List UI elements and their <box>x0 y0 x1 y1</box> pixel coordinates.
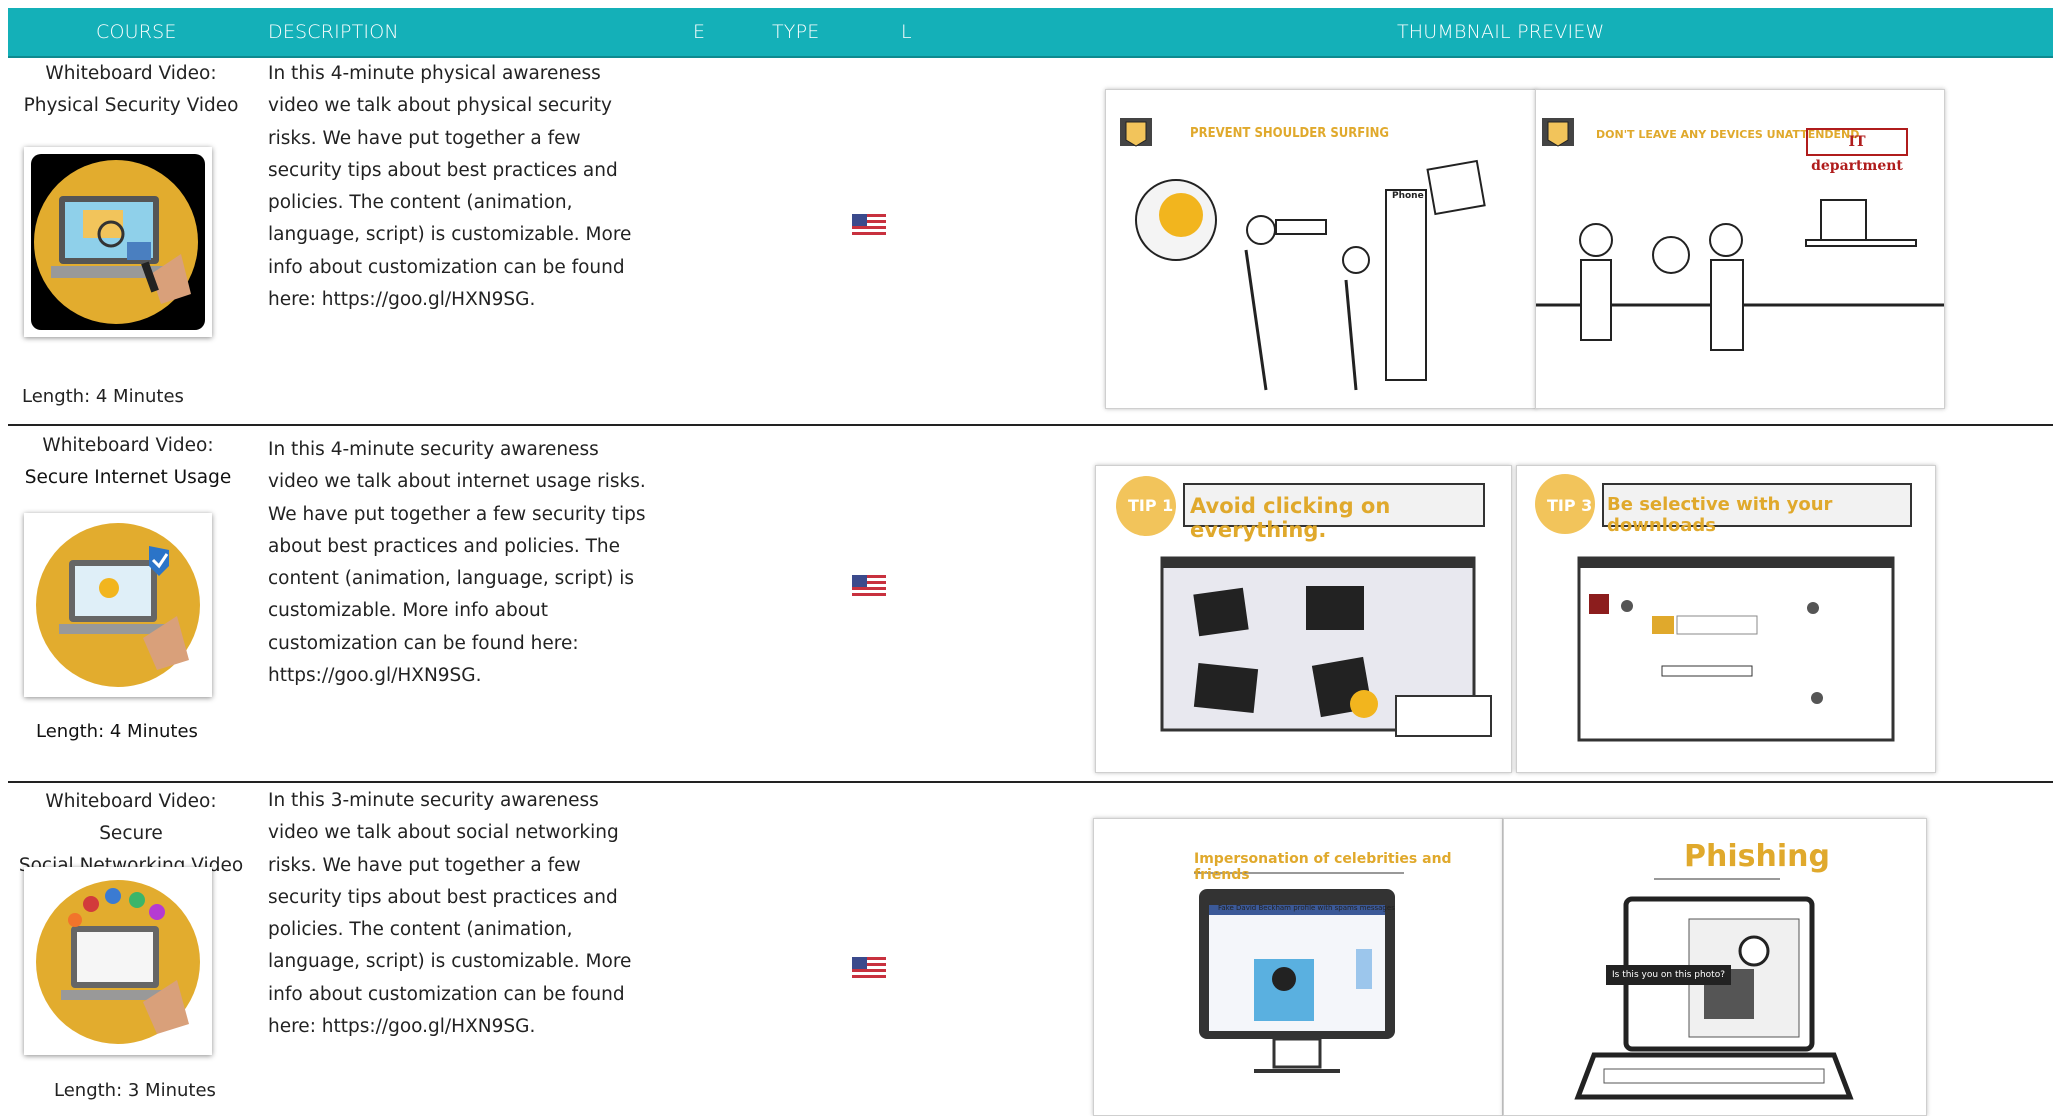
row-divider <box>8 424 2053 426</box>
course-length: Length: 4 Minutes <box>22 386 184 407</box>
preview-caption: Be selective with your downloads <box>1607 494 1833 536</box>
tip-badge: TIP 1 <box>1128 496 1174 515</box>
course-thumbnail[interactable] <box>24 867 212 1055</box>
preview-caption: Avoid clicking on everything. <box>1190 494 1391 542</box>
table-header: COURSE DESCRIPTION E TYPE L THUMBNAIL PR… <box>8 8 2053 58</box>
us-flag-icon <box>852 214 886 236</box>
course-length: Length: 4 Minutes <box>36 721 198 742</box>
col-description: DESCRIPTION <box>268 21 399 43</box>
row-divider <box>8 781 2053 783</box>
us-flag-icon <box>852 957 886 979</box>
course-thumbnail[interactable] <box>24 513 212 697</box>
preview-image[interactable]: Impersonation of celebrities and friends… <box>1093 818 1503 1116</box>
preview-image[interactable]: Phishing Is this you on this photo? <box>1503 818 1927 1116</box>
course-thumbnail[interactable] <box>24 147 212 337</box>
us-flag-icon <box>852 575 886 597</box>
course-title: Whiteboard Video: Physical Security Vide… <box>23 63 239 116</box>
course-length: Length: 3 Minutes <box>54 1080 216 1101</box>
col-thumbnail-preview: THUMBNAIL PREVIEW <box>1397 21 1605 43</box>
tip-badge: TIP 3 <box>1547 496 1593 515</box>
course-description: In this 4-minute security awareness vide… <box>268 439 646 687</box>
col-type: TYPE <box>772 21 820 43</box>
course-title: Whiteboard Video: Secure Internet Usage <box>24 435 232 488</box>
course-description: In this 4-minute physical awareness vide… <box>268 63 632 311</box>
preview-subcaption: Is this you on this photo? <box>1606 965 1731 985</box>
col-course: COURSE <box>96 21 177 43</box>
course-description: In this 3-minute security awareness vide… <box>268 790 632 1038</box>
phone-label: Phone <box>1392 191 1424 201</box>
col-l: L <box>901 21 912 43</box>
preview-image[interactable]: Be selective with your downloads TIP 3 <box>1516 465 1936 773</box>
preview-image[interactable]: DON'T LEAVE ANY DEVICES UNATTENDEND IT d… <box>1535 89 1945 409</box>
col-e: E <box>693 21 706 43</box>
preview-caption: Phishing <box>1684 839 1830 874</box>
preview-caption: PREVENT SHOULDER SURFING <box>1190 126 1389 141</box>
preview-image[interactable]: PREVENT SHOULDER SURFING Phone <box>1105 89 1537 409</box>
it-department-sign: IT department <box>1806 128 1908 174</box>
preview-caption: Impersonation of celebrities and friends <box>1194 851 1452 883</box>
preview-subcaption: Fake David Beckham profile with spams me… <box>1218 904 1395 912</box>
preview-image[interactable]: Avoid clicking on everything. TIP 1 <box>1095 465 1512 773</box>
